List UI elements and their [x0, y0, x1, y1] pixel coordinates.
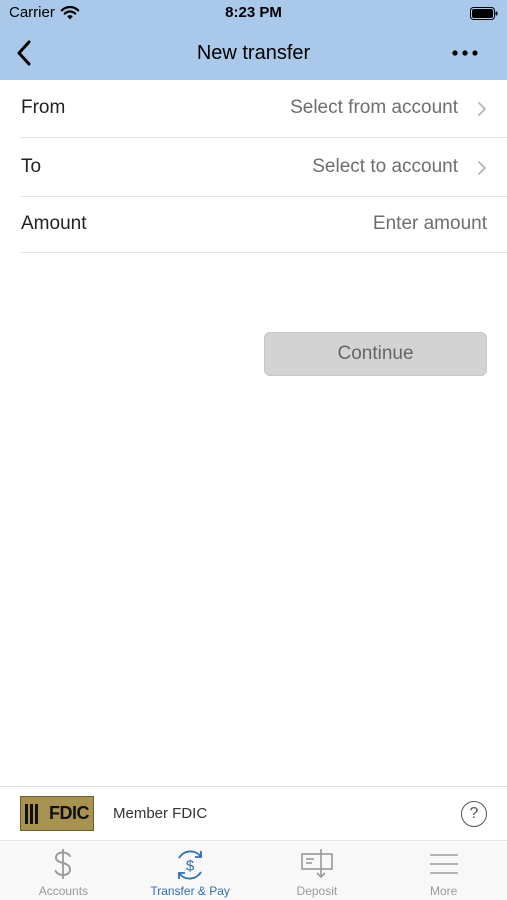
chevron-right-icon — [478, 102, 486, 116]
amount-label: Amount — [21, 213, 87, 234]
tab-deposit[interactable]: Deposit — [254, 842, 381, 900]
tab-accounts[interactable]: Accounts — [0, 842, 127, 900]
status-bar: Carrier 8:23 PM — [0, 0, 507, 28]
question-mark-icon: ? — [469, 805, 479, 822]
member-fdic-text: Member FDIC — [113, 805, 208, 822]
to-label: To — [21, 156, 42, 177]
header: Carrier 8:23 PM New transfer — [0, 0, 507, 80]
page-title: New transfer — [196, 42, 311, 64]
dollar-icon — [54, 849, 72, 879]
chevron-right-icon — [478, 161, 486, 175]
fdic-logo: FDIC — [20, 796, 94, 831]
tab-transfer-pay-label: Transfer & Pay — [150, 884, 230, 898]
hamburger-icon — [429, 854, 458, 874]
tab-more[interactable]: More — [380, 842, 507, 900]
from-label: From — [21, 97, 66, 118]
nav-bar: New transfer — [0, 28, 507, 80]
from-account-value: Select from account — [290, 97, 458, 118]
transfer-dollar-icon: $ — [178, 850, 203, 880]
more-options-button[interactable] — [448, 40, 482, 66]
tab-more-label: More — [429, 884, 458, 898]
tab-accounts-label: Accounts — [38, 884, 89, 898]
amount-input[interactable]: Enter amount — [373, 213, 487, 235]
help-button[interactable]: ? — [461, 801, 487, 827]
to-account-row[interactable]: To Select to account — [20, 139, 507, 197]
continue-button[interactable]: Continue — [264, 332, 487, 376]
from-account-row[interactable]: From Select from account — [20, 80, 507, 138]
fdic-bar: FDIC Member FDIC ? — [0, 786, 507, 841]
fdic-bars-icon — [25, 804, 38, 824]
tab-bar: Accounts $ Transfer & Pay Deposit More — [0, 842, 507, 900]
app-screen: Carrier 8:23 PM New transfer From Select… — [0, 0, 507, 900]
battery-icon — [470, 7, 498, 20]
tab-deposit-label: Deposit — [296, 884, 338, 898]
svg-text:$: $ — [186, 858, 195, 875]
status-time: 8:23 PM — [225, 4, 282, 21]
to-account-value: Select to account — [312, 156, 458, 177]
ellipsis-icon — [452, 50, 478, 56]
fdic-logo-text: FDIC — [49, 803, 90, 823]
amount-row[interactable]: Amount Enter amount — [20, 197, 507, 253]
tab-transfer-pay[interactable]: $ Transfer & Pay — [127, 842, 254, 900]
check-deposit-icon — [301, 849, 333, 879]
